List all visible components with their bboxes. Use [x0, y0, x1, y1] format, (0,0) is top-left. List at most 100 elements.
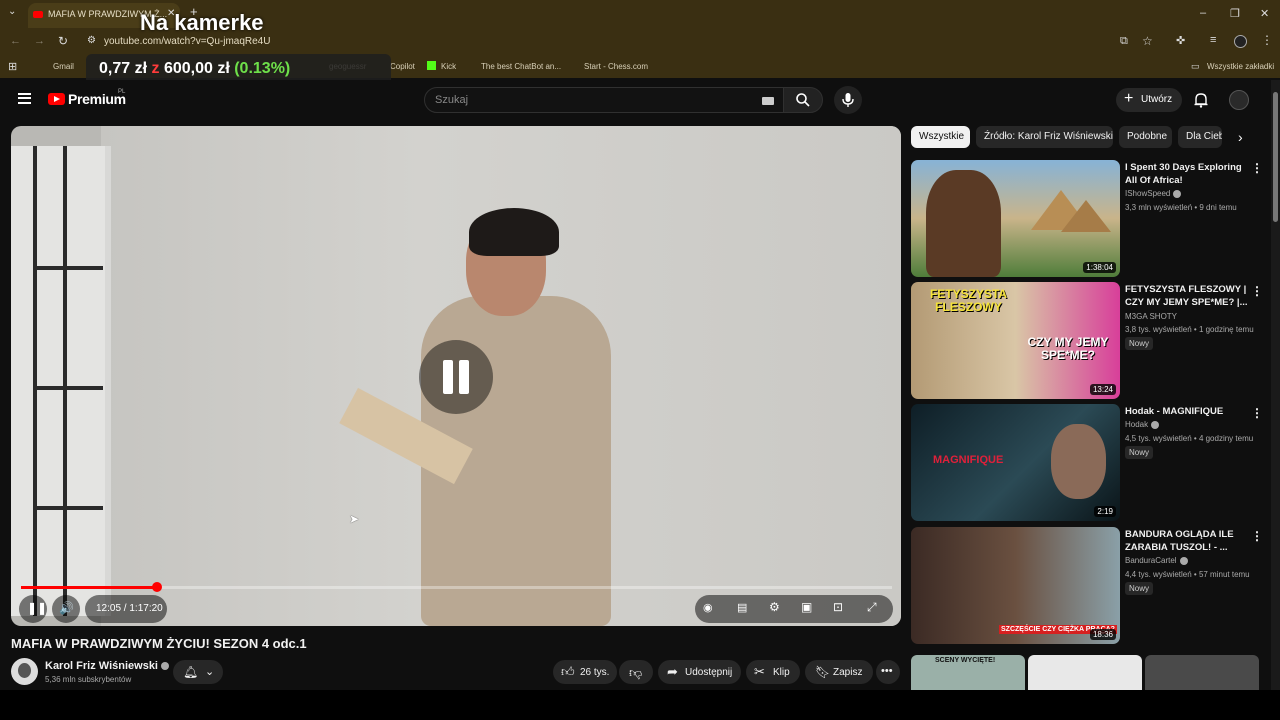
chips-next-chevron-icon[interactable]: ›	[1238, 129, 1243, 145]
channel-name[interactable]: Karol Friz Wiśniewski	[45, 660, 169, 672]
progress-scrubber[interactable]	[151, 582, 162, 592]
more-vertical-icon[interactable]: ⋮	[1251, 161, 1263, 175]
video-player[interactable]: ❚❚ 🔊 12:05 / 1:17:20 ◉ ▤ ⚙ ▣ ⊡ ⤢ ➤	[11, 126, 901, 626]
extensions-icon[interactable]: ✜	[1176, 34, 1185, 47]
mouse-cursor-icon: ➤	[349, 512, 360, 526]
recommendation-channel[interactable]: BanduraCartel	[1125, 556, 1188, 565]
channel-avatar[interactable]	[11, 658, 38, 685]
bookmark-gmail[interactable]: Gmail	[53, 62, 74, 71]
chevron-down-icon: ⌄	[205, 666, 215, 678]
cast-icon[interactable]: ⊡	[833, 600, 843, 614]
video-window-shape	[11, 146, 111, 616]
search-button[interactable]	[783, 87, 823, 113]
clip-button[interactable]: ✂ Klip	[746, 660, 800, 684]
forward-icon[interactable]: →	[34, 35, 45, 47]
youtube-logo-icon[interactable]	[48, 93, 65, 105]
recommendation-title[interactable]: Hodak - MAGNIFIQUE	[1125, 405, 1253, 418]
recommendation-meta: 3,3 mln wyświetleń • 9 dni temu	[1125, 203, 1237, 212]
bookmark-star-icon[interactable]: ☆	[1142, 34, 1153, 48]
save-button[interactable]: 🔖︎ Zapisz	[805, 660, 873, 684]
page-scrollbar[interactable]	[1271, 80, 1280, 690]
chip-source[interactable]: Źródło: Karol Friz Wiśniewski	[976, 126, 1113, 148]
recommendation-thumbnail[interactable]: FETYSZYSTA FLESZOWY CZY MY JEMY SPE*ME? …	[911, 282, 1120, 399]
more-vertical-icon[interactable]: ⋮	[1251, 406, 1263, 420]
new-badge: Nowy	[1125, 582, 1154, 595]
subtitles-icon[interactable]: ▤	[737, 601, 747, 614]
chip-all[interactable]: Wszystkie	[911, 126, 970, 148]
bookmark-kick[interactable]: Kick	[441, 62, 456, 71]
more-vertical-icon[interactable]: ⋮	[1251, 529, 1263, 543]
recommendation-thumbnail[interactable]: SZCZĘŚCIE CZY CIĘŻKA PRACA? 18:36	[911, 527, 1120, 644]
apps-grid-icon[interactable]: ⊞	[8, 60, 17, 73]
media-icon[interactable]: ≡	[1210, 34, 1216, 46]
recommendation-thumbnail[interactable]: 1:38:04	[911, 160, 1120, 277]
center-pause-icon[interactable]	[419, 340, 493, 414]
new-badge: Nowy	[1125, 337, 1154, 350]
progress-bar[interactable]	[21, 582, 892, 592]
hamburger-menu-icon[interactable]	[18, 93, 31, 104]
bookmark-copilot[interactable]: Copilot	[390, 62, 415, 71]
recommendation-meta: 4,5 tys. wyświetleń • 4 godziny temu	[1125, 434, 1254, 443]
search-input[interactable]: Szukaj	[424, 87, 786, 113]
share-button[interactable]: ➦ Udostępnij	[658, 660, 741, 684]
create-button[interactable]: + Utwórz	[1116, 88, 1182, 112]
bookmark-chatbot[interactable]: The best ChatBot an...	[481, 62, 561, 71]
youtube-favicon-icon	[33, 11, 43, 18]
close-window-icon[interactable]: ✕	[1260, 7, 1269, 20]
minimize-icon[interactable]: –	[1200, 7, 1206, 19]
recommendation-channel[interactable]: IShowSpeed	[1125, 189, 1182, 198]
search-placeholder: Szukaj	[435, 94, 469, 106]
time-text: 12:05 / 1:17:20	[96, 603, 163, 614]
profile-icon[interactable]	[1234, 35, 1247, 48]
recommendation-channel[interactable]: Hodak	[1125, 420, 1160, 429]
chip-for-you[interactable]: Dla Ciebie	[1178, 126, 1222, 148]
plus-icon: +	[1124, 90, 1134, 107]
restore-icon[interactable]: ❐	[1230, 7, 1240, 20]
reload-icon[interactable]: ↻	[58, 34, 68, 48]
tab-search-icon[interactable]: ⌄	[8, 6, 16, 17]
region-label: PL	[118, 89, 126, 95]
url-field[interactable]: youtube.com/watch?v=Qu-jmaqRe4U	[104, 36, 270, 47]
dislike-button[interactable]: 👎︎	[619, 660, 653, 684]
scrollbar-thumb[interactable]	[1273, 92, 1278, 222]
autoplay-toggle-icon[interactable]: ◉	[703, 601, 713, 614]
recommendation-title[interactable]: I Spent 30 Days Exploring All Of Africa!	[1125, 161, 1253, 187]
subscriber-count: 5,36 mln subskrybentów	[45, 675, 132, 684]
fullscreen-icon[interactable]: ⤢	[867, 600, 877, 615]
account-avatar[interactable]	[1229, 90, 1249, 110]
notifications-subscription-button[interactable]: 🔔︎ ⌄	[173, 660, 223, 684]
recommendation-channel[interactable]: M3GA SHOTY	[1125, 312, 1177, 321]
recommendation-title[interactable]: FETYSZYSTA FLESZOWY | CZY MY JEMY SPE*ME…	[1125, 283, 1253, 309]
recommendation-thumbnail[interactable]: MAGNIFIQUE 2:19	[911, 404, 1120, 521]
more-actions-button[interactable]: •••	[876, 660, 900, 684]
volume-button[interactable]: 🔊	[52, 595, 80, 623]
volume-icon: 🔊	[59, 601, 74, 615]
install-app-icon[interactable]: ⧉	[1120, 35, 1128, 48]
short-thumbnail[interactable]: SCENY WYCIĘTE!	[911, 655, 1025, 690]
notifications-bell-icon[interactable]	[1193, 92, 1209, 108]
price-text: 0,77 zł z 600,00 zł (0.13%)	[99, 60, 291, 77]
bookmark-icon: 🔖︎	[815, 665, 831, 679]
more-vertical-icon[interactable]: ⋮	[1251, 284, 1263, 298]
duration-badge: 13:24	[1089, 384, 1116, 395]
thumbs-up-icon: 👍︎	[561, 664, 575, 679]
voice-search-button[interactable]	[834, 86, 862, 114]
share-icon: ➦	[667, 664, 678, 679]
menu-dots-icon[interactable]: ⋮	[1261, 33, 1273, 47]
recommendation-meta: 3,8 tys. wyświetleń • 1 godzinę temu	[1125, 325, 1254, 334]
pause-button[interactable]: ❚❚	[19, 595, 47, 623]
create-label: Utwórz	[1141, 94, 1173, 105]
back-icon[interactable]: ←	[10, 35, 21, 47]
chip-similar[interactable]: Podobne	[1119, 126, 1172, 148]
like-button[interactable]: 👍︎ 26 tys.	[553, 660, 617, 684]
folder-icon: ▭	[1191, 61, 1200, 71]
short-thumbnail[interactable]	[1028, 655, 1142, 690]
site-info-icon[interactable]: ⚙	[87, 35, 96, 46]
all-bookmarks[interactable]: Wszystkie zakładki	[1207, 62, 1274, 71]
settings-icon[interactable]: ⚙	[769, 600, 780, 614]
miniplayer-icon[interactable]: ▣	[801, 600, 812, 614]
bookmark-chess[interactable]: Start - Chess.com	[584, 62, 648, 71]
short-thumbnail[interactable]	[1145, 655, 1259, 690]
recommendation-title[interactable]: BANDURA OGLĄDA ILE ZARABIA TUSZOL! - ...	[1125, 528, 1253, 554]
keyboard-icon[interactable]	[762, 97, 774, 105]
